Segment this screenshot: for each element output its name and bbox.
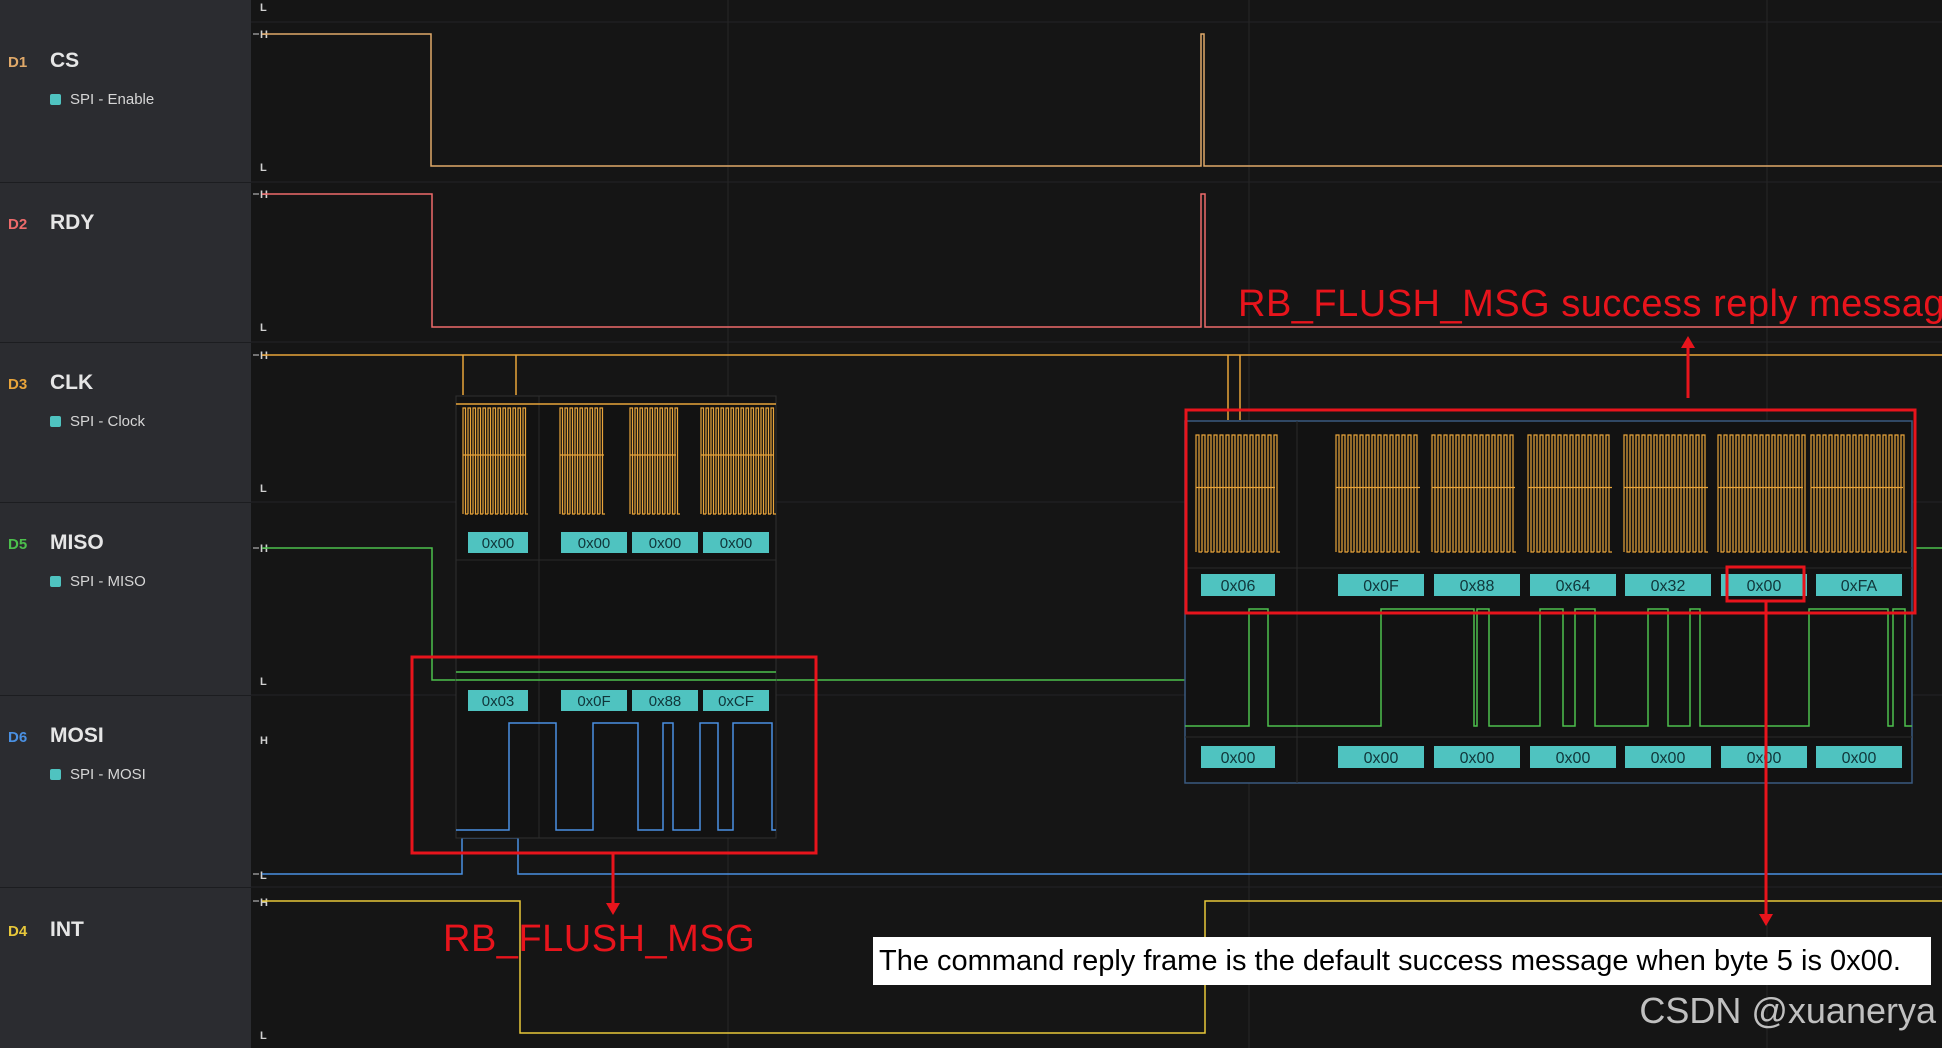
channel-sidebar: D1 CS SPI - Enable D2 RDY D3 CLK SPI - C…	[0, 0, 251, 1048]
mosi-byte-labels-left: 0x03 0x0F 0x88 0xCF	[468, 690, 769, 711]
svg-text:0x00: 0x00	[1747, 750, 1782, 767]
svg-text:0x00: 0x00	[1842, 750, 1877, 767]
svg-text:L: L	[260, 483, 267, 495]
channel-row-int[interactable]: D4 INT	[0, 888, 251, 1048]
svg-text:0x32: 0x32	[1651, 578, 1686, 595]
channel-name: CS	[50, 49, 80, 72]
miso-byte-labels-left: 0x00 0x00 0x00 0x00	[468, 532, 769, 553]
svg-text:L: L	[260, 870, 267, 882]
channel-row-mosi[interactable]: D6 MOSI SPI - MOSI	[0, 696, 251, 888]
annotation-note: The command reply frame is the default s…	[873, 937, 1931, 985]
svg-text:0x00: 0x00	[720, 535, 753, 552]
svg-text:0xCF: 0xCF	[718, 693, 754, 710]
svg-text:0x00: 0x00	[482, 535, 515, 552]
svg-text:H: H	[260, 29, 268, 41]
analyzer-color-swatch	[50, 769, 61, 780]
svg-text:0x00: 0x00	[1747, 578, 1782, 595]
svg-text:L: L	[260, 1030, 267, 1042]
svg-text:0x88: 0x88	[1460, 578, 1495, 595]
level-markers: L H L H L H L H L H L H L	[260, 2, 268, 1042]
channel-id: D2	[8, 216, 28, 233]
svg-text:L: L	[260, 676, 267, 688]
svg-text:0x00: 0x00	[1556, 750, 1591, 767]
logic-analyzer-window: D1 CS SPI - Enable D2 RDY D3 CLK SPI - C…	[0, 0, 1942, 1048]
channel-row-cs[interactable]: D1 CS SPI - Enable	[0, 0, 251, 183]
channel-id: D1	[8, 54, 28, 71]
analyzer-color-swatch	[50, 94, 61, 105]
svg-text:L: L	[260, 162, 267, 174]
cs-trace	[262, 33, 1942, 167]
channel-row-miso[interactable]: D5 MISO SPI - MISO	[0, 503, 251, 696]
channel-id: D5	[8, 536, 28, 553]
svg-text:0xFA: 0xFA	[1841, 578, 1878, 595]
channel-id: D4	[8, 923, 28, 940]
analyzer-label: SPI - MISO	[50, 573, 146, 590]
svg-text:0x64: 0x64	[1556, 578, 1591, 595]
svg-text:0x0F: 0x0F	[1363, 578, 1399, 595]
watermark: CSDN @xuanerya	[1639, 990, 1936, 1031]
svg-text:H: H	[260, 189, 268, 201]
analyzer-label: SPI - Clock	[50, 413, 145, 430]
analyzer-color-swatch	[50, 416, 61, 427]
svg-text:0x00: 0x00	[578, 535, 611, 552]
svg-text:0x00: 0x00	[1364, 750, 1399, 767]
svg-text:0x0F: 0x0F	[577, 693, 610, 710]
channel-name: RDY	[50, 211, 95, 234]
mosi-trace	[262, 837, 1942, 875]
svg-text:0x00: 0x00	[1651, 750, 1686, 767]
svg-text:H: H	[260, 735, 268, 747]
channel-id: D6	[8, 729, 28, 746]
channel-row-clk[interactable]: D3 CLK SPI - Clock	[0, 343, 251, 503]
analyzer-color-swatch	[50, 576, 61, 587]
zoom-inset-left: 0x00 0x00 0x00 0x00 0x03 0x0F 0x88 0xCF	[455, 395, 777, 839]
svg-text:H: H	[260, 543, 268, 555]
svg-text:0x00: 0x00	[649, 535, 682, 552]
svg-text:0x88: 0x88	[649, 693, 682, 710]
svg-text:0x00: 0x00	[1221, 750, 1256, 767]
svg-text:H: H	[260, 897, 268, 909]
svg-text:L: L	[260, 2, 267, 14]
analyzer-label: SPI - Enable	[50, 91, 154, 108]
channel-name: CLK	[50, 371, 94, 394]
waveform-canvas[interactable]: L H L H L H L H L H L H L 0x00 0x00 0x00…	[251, 0, 1942, 1048]
svg-text:0x03: 0x03	[482, 693, 515, 710]
channel-name: MOSI	[50, 724, 104, 747]
annotation-reply-label: RB_FLUSH_MSG success reply message	[1238, 283, 1942, 325]
annotation-command-label: RB_FLUSH_MSG	[443, 918, 756, 960]
svg-text:H: H	[260, 350, 268, 362]
channel-id: D3	[8, 376, 28, 393]
svg-text:0x00: 0x00	[1460, 750, 1495, 767]
channel-row-rdy[interactable]: D2 RDY	[0, 183, 251, 343]
channel-name: MISO	[50, 531, 104, 554]
analyzer-label: SPI - MOSI	[50, 766, 146, 783]
channel-name: INT	[50, 918, 84, 941]
svg-text:0x06: 0x06	[1221, 578, 1256, 595]
svg-text:L: L	[260, 322, 267, 334]
